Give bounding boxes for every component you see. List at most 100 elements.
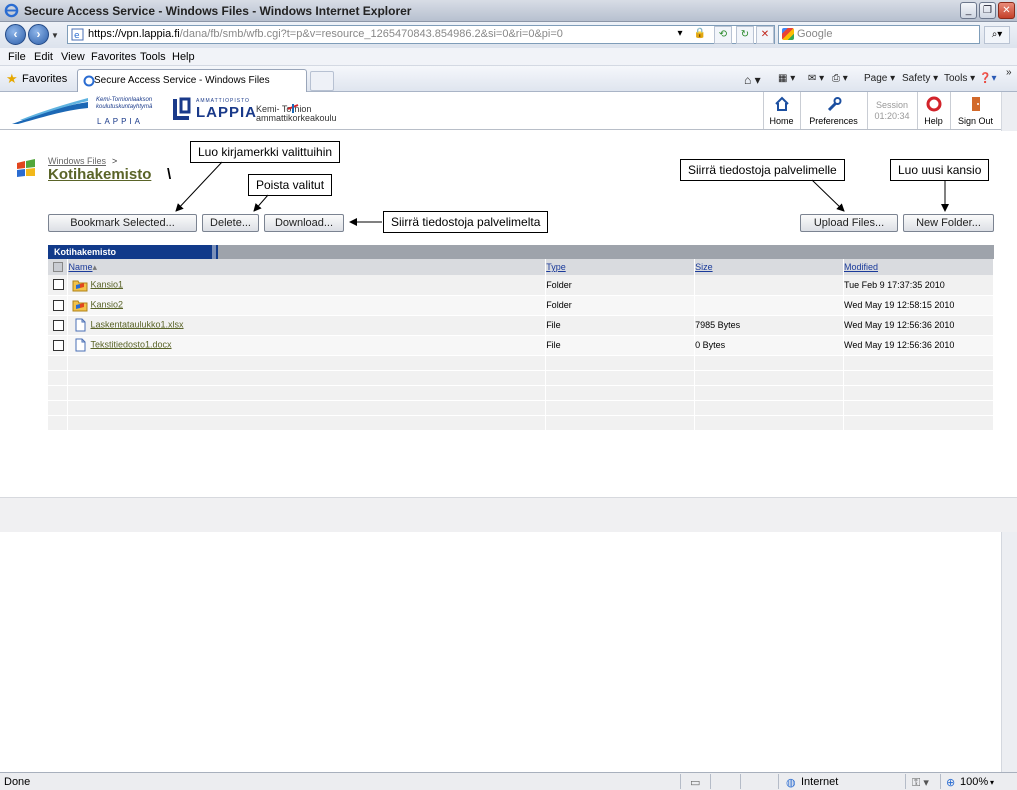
folder-icon (72, 278, 88, 292)
row-size: 0 Bytes (694, 335, 844, 356)
page-status-icon: ▭ (690, 777, 701, 789)
sign-out-nav-button[interactable]: Sign Out (950, 92, 1000, 129)
row-name-cell: Kansio2 (67, 295, 547, 316)
search-input[interactable]: Google (778, 25, 980, 44)
home-command-icon[interactable]: ⌂ ▾ (744, 73, 761, 87)
column-header-size[interactable]: Size (694, 259, 844, 275)
column-header-modified[interactable]: Modified (843, 259, 995, 275)
menu-edit[interactable]: Edit (34, 51, 53, 63)
address-input[interactable]: e https://vpn.lappia.fi/dana/fb/smb/wfb.… (67, 25, 775, 44)
delete-button[interactable]: Delete... (202, 214, 259, 232)
empty-row (48, 400, 995, 416)
home-nav-button[interactable]: Home (763, 92, 799, 129)
back-button[interactable]: ‹ (5, 24, 26, 45)
row-name-cell: Tekstitiedosto1.docx (67, 335, 547, 356)
preferences-nav-button[interactable]: Preferences (800, 92, 866, 129)
url-dropdown-icon[interactable]: ▾ (673, 26, 687, 42)
zoom-icon[interactable]: ⊕ (946, 776, 955, 789)
window-title-bar: Secure Access Service - Windows Files - … (0, 0, 1017, 22)
table-row[interactable]: Kansio1 Folder Tue Feb 9 17:37:35 2010 (48, 275, 995, 296)
url-path: /dana/fb/smb/wfb.cgi?t=p&v=resource_1265… (179, 28, 563, 40)
mail-icon[interactable]: ✉ ▾ (808, 73, 824, 84)
empty-row (48, 355, 995, 371)
forward-button[interactable]: › (28, 24, 49, 45)
row-select-cell (48, 335, 69, 356)
google-icon (782, 28, 794, 40)
row-modified: Tue Feb 9 17:37:35 2010 (843, 275, 995, 296)
svg-text:e: e (74, 31, 80, 41)
row-select-cell (48, 295, 69, 316)
browser-tab[interactable]: Secure Access Service - Windows Files (77, 69, 307, 92)
bookmark-selected-button[interactable]: Bookmark Selected... (48, 214, 197, 232)
search-placeholder: Google (797, 28, 833, 40)
row-modified: Wed May 19 12:58:15 2010 (843, 295, 995, 316)
menu-help[interactable]: Help (172, 51, 195, 63)
menu-view[interactable]: View (61, 51, 85, 63)
row-name-link[interactable]: Kansio1 (90, 279, 123, 289)
restore-button[interactable]: ❐ (979, 2, 996, 19)
menu-favorites[interactable]: Favorites (91, 51, 136, 63)
feeds-icon[interactable]: ▦ ▾ (778, 73, 795, 84)
help-icon[interactable]: ❓▾ (979, 73, 996, 84)
row-checkbox[interactable] (53, 299, 64, 311)
new-tab-button[interactable] (310, 71, 334, 91)
favorites-bar: ★ Favorites Secure Access Service - Wind… (0, 66, 1017, 92)
search-button[interactable]: ⌕▾ (984, 26, 1010, 44)
row-size: 7985 Bytes (694, 315, 844, 336)
compatibility-icon[interactable]: ⟲ (714, 26, 732, 44)
zoom-dropdown-icon[interactable]: ▾ (990, 778, 994, 787)
select-all-header (48, 259, 69, 275)
table-row[interactable]: Tekstitiedosto1.docx File 0 Bytes Wed May 1… (48, 335, 995, 356)
row-size (694, 295, 844, 316)
menu-tools[interactable]: Tools (140, 51, 166, 63)
breadcrumb-windows-files[interactable]: Windows Files (48, 156, 106, 166)
history-dropdown-icon[interactable]: ▼ (51, 31, 59, 40)
more-icon[interactable]: » (1006, 67, 1012, 78)
protected-mode-icon[interactable]: ⚿ ▾ (912, 776, 929, 790)
print-icon[interactable]: ⎙ ▾ (832, 73, 848, 84)
row-name-cell: Kansio1 (67, 275, 547, 296)
stop-icon[interactable]: ✕ (756, 26, 774, 44)
table-row[interactable]: Kansio2 Folder Wed May 19 12:58:15 2010 (48, 295, 995, 316)
download-button[interactable]: Download... (264, 214, 344, 232)
row-name-link[interactable]: Laskentataulukko1.xlsx (90, 319, 183, 329)
help-nav-button[interactable]: Help (917, 92, 949, 129)
row-name-link[interactable]: Tekstitiedosto1.docx (90, 339, 171, 349)
logo-lappia-small: LAPPIA (97, 117, 144, 126)
address-toolbar: ‹ › ▼ e https://vpn.lappia.fi/dana/fb/sm… (0, 22, 1017, 48)
new-folder-button[interactable]: New Folder... (903, 214, 994, 232)
menu-file[interactable]: File (8, 51, 26, 63)
select-all-checkbox[interactable] (53, 262, 63, 273)
internet-explorer-icon (4, 3, 19, 18)
close-window-button[interactable]: ✕ (998, 2, 1015, 19)
zoom-level[interactable]: 100% (960, 776, 988, 788)
menu-bar: File Edit View Favorites Tools Help (0, 48, 1017, 66)
callout-delete: Poista valitut (248, 174, 333, 196)
page-menu[interactable]: Page ▾ (864, 73, 895, 84)
refresh-icon[interactable]: ↻ (736, 26, 754, 44)
minimize-button[interactable]: _ (960, 2, 977, 19)
page-title[interactable]: Kotihakemisto (48, 166, 151, 183)
tools-menu[interactable]: Tools ▾ (944, 73, 975, 84)
session-timer: Session 01:20:34 (867, 92, 916, 129)
internet-zone-icon: ◍ (786, 777, 796, 789)
lifebuoy-icon (926, 96, 941, 112)
column-header-name[interactable]: Name▴ (67, 259, 547, 275)
row-checkbox[interactable] (53, 279, 64, 291)
row-modified: Wed May 19 12:56:36 2010 (843, 335, 995, 356)
favorites-button[interactable]: Favorites (22, 73, 67, 85)
file-table-title: Kotihakemisto (48, 245, 994, 259)
safety-menu[interactable]: Safety ▾ (902, 73, 938, 84)
row-type: Folder (545, 295, 696, 316)
table-row[interactable]: Laskentataulukko1.xlsx File 7985 Bytes Wed … (48, 315, 995, 336)
row-name-link[interactable]: Kansio2 (90, 299, 123, 309)
empty-row (48, 370, 995, 386)
favorites-star-icon[interactable]: ★ (6, 71, 18, 87)
row-type: File (545, 315, 696, 336)
row-checkbox[interactable] (53, 339, 64, 351)
row-modified: Wed May 19 12:56:36 2010 (843, 315, 995, 336)
upload-files-button[interactable]: Upload Files... (800, 214, 898, 232)
lock-icon[interactable]: 🔒 (691, 26, 709, 44)
row-checkbox[interactable] (53, 319, 64, 331)
column-header-type[interactable]: Type (545, 259, 696, 275)
